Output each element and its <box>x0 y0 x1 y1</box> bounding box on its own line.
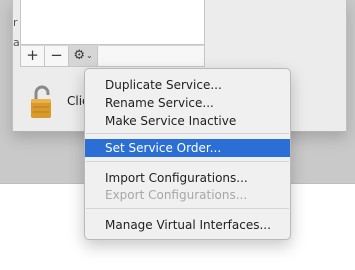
menu-separator <box>86 161 289 162</box>
menu-separator <box>86 208 289 209</box>
menu-item-make-service-inactive[interactable]: Make Service Inactive <box>85 112 290 130</box>
add-service-button[interactable]: + <box>21 46 45 66</box>
menu-item-export-configurations: Export Configurations... <box>105 188 248 202</box>
menu-item-import-configurations[interactable]: Import Configurations... <box>85 169 290 187</box>
services-list-toolbar: + − ⚙⌄ <box>20 45 205 67</box>
gear-icon: ⚙ <box>73 48 85 63</box>
menu-separator <box>86 133 289 134</box>
services-list[interactable] <box>20 0 205 45</box>
lock-icon[interactable] <box>29 84 55 120</box>
action-menu-button[interactable]: ⚙⌄ <box>69 46 98 66</box>
menu-item-duplicate-service[interactable]: Duplicate Service... <box>85 76 290 94</box>
chevron-down-icon: ⌄ <box>85 51 93 60</box>
menu-item-set-service-order[interactable]: Set Service Order... <box>85 139 290 157</box>
menu-item-rename-service[interactable]: Rename Service... <box>85 94 290 112</box>
truncated-label-1: r <box>13 16 18 29</box>
remove-service-button[interactable]: − <box>45 46 69 66</box>
menu-item-manage-virtual-interfaces[interactable]: Manage Virtual Interfaces... <box>85 216 290 234</box>
action-menu: Duplicate Service... Rename Service... M… <box>84 68 291 240</box>
